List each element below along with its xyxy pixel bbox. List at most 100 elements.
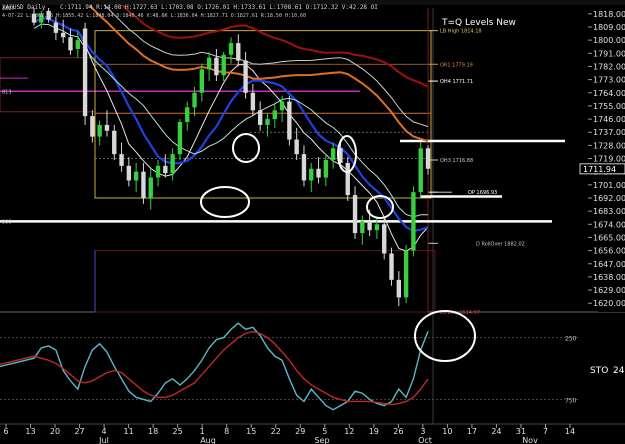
candle-body [287, 101, 292, 140]
overlay-title: T=Q Levels New [441, 18, 516, 28]
price-tick-label: 1647.00 [593, 260, 625, 269]
candle-body [323, 160, 329, 178]
candle-body [250, 92, 256, 111]
price-tick-label: 1620.00 [593, 299, 625, 308]
day-label: 18 [148, 427, 158, 436]
price-tick-label: 1782.00 [593, 62, 625, 71]
day-label: 19 [369, 427, 379, 436]
candle-body [382, 224, 387, 254]
day-label: 17 [467, 427, 477, 436]
day-label: 25 [173, 427, 183, 436]
price-tick-label: 1746.00 [593, 115, 625, 124]
price-tick-label: 1764.00 [593, 89, 625, 98]
candle-body [360, 221, 365, 234]
candle-body [330, 148, 336, 160]
candle-body [163, 165, 168, 174]
time-axis: 6 13 20 27 4 11 18 25 1 8 15 22 29 5 12 19 26 3 10 17 24 31 7 1… [0, 423, 625, 444]
candle-body [316, 168, 321, 178]
symbol-label: XAGUSD Daily [2, 4, 46, 11]
candle-body [367, 221, 372, 231]
candle-body [75, 40, 80, 49]
candle-body [177, 122, 183, 155]
sto-indicator-label: STO [590, 366, 608, 376]
candle-body [396, 279, 402, 298]
price-tick-label: 1800.00 [593, 36, 625, 45]
chart-header: XAGUSD Daily C:1711.94 R:14.08 H:1727.63… [0, 0, 625, 19]
candle-body [141, 171, 146, 198]
price-tick-label: 1692.00 [593, 194, 625, 203]
price-tick-label: 1629.00 [593, 286, 625, 295]
price-tick-label: 1719.00 [593, 155, 625, 164]
candle-body [272, 110, 277, 120]
month-label: Aug [200, 436, 216, 444]
candle-body [206, 57, 212, 70]
price-tick-label: 1818.00 [593, 10, 625, 19]
candle-body [294, 139, 299, 155]
day-label: 12 [344, 427, 354, 436]
ohlc-readout: C:1711.94 R:14.08 H:1727.63 L:1703.08 O:… [60, 4, 378, 11]
left-label: 813 [2, 89, 12, 95]
day-label: 14 [565, 427, 575, 436]
candle-body [60, 32, 66, 38]
candle-body [309, 168, 314, 181]
day-label: 31 [516, 427, 526, 436]
price-tick-label: 1737.00 [593, 128, 625, 137]
candle-body [221, 54, 226, 76]
day-label: 1 [200, 427, 205, 436]
candle-body [418, 148, 423, 193]
day-label: 8 [224, 427, 229, 436]
sto-indicator-value: 24 [613, 366, 625, 376]
day-label: 10 [442, 427, 452, 436]
annotation-ellipse [366, 195, 394, 219]
day-label: 5 [322, 427, 327, 436]
annotation-ellipse [200, 186, 250, 218]
annotation-ellipse [232, 133, 260, 163]
level-label: OP 1696.93 [468, 190, 497, 196]
candle-body [214, 57, 219, 76]
candle-body [126, 165, 132, 181]
price-panel: LB High 1814.18 OR1 1779.19 OH4 1771.71 OH3… [0, 0, 625, 424]
price-tick-label: 1638.00 [593, 273, 625, 282]
candle-body [265, 119, 270, 125]
day-label: 7 [543, 427, 548, 436]
day-label: 24 [491, 427, 501, 436]
last-price-label: 1711.94 [583, 165, 616, 174]
day-label: 29 [295, 427, 305, 436]
candle-body [425, 148, 431, 169]
candle-body [228, 43, 234, 55]
ohlc-readout-second: 4-07-22 L:1862.06 H:1855.42 L:1848.04 O:… [2, 13, 306, 19]
candle-body [192, 92, 197, 108]
price-tick-label: 1791.00 [593, 49, 625, 58]
left-label: 900 [2, 219, 12, 225]
candle-body [352, 195, 358, 234]
level-label: OH4 1771.71 [440, 79, 473, 85]
candle-body [389, 253, 394, 280]
candle-body [119, 154, 124, 166]
day-label: 26 [393, 427, 403, 436]
candle-body [243, 60, 248, 93]
candle-body [133, 171, 139, 181]
annotation-ellipse [414, 310, 476, 362]
price-axis: 1818.00 1809.00 1800.00 1791.00 1782.00 1773.… [579, 8, 625, 312]
chart-canvas: LB High 1814.18 OR1 1779.19 OH4 1771.71 OH3… [0, 0, 625, 444]
sto-tick-label: 250 [565, 336, 577, 343]
candle-body [279, 101, 285, 111]
candle-body [148, 177, 153, 198]
candle-body [170, 154, 175, 174]
price-tick-label: 1701.00 [593, 181, 625, 190]
price-tick-label: 1665.00 [593, 233, 625, 242]
day-label: 13 [25, 427, 35, 436]
day-label: 20 [50, 427, 60, 436]
level-label: D RollOver 1882.02 [476, 241, 525, 247]
zone-box [94, 250, 436, 313]
candle-body [403, 250, 409, 298]
price-tick-label: 1773.00 [593, 76, 625, 85]
day-label: 11 [124, 427, 134, 436]
price-tick-label: 1809.00 [593, 23, 625, 32]
candle-body [185, 107, 190, 122]
price-tick-label: 1674.00 [593, 220, 625, 229]
month-label: Sep [314, 436, 329, 444]
level-label: OR1 1779.19 [440, 62, 473, 68]
month-label: Nov [522, 436, 538, 444]
day-label: 3 [420, 427, 425, 436]
